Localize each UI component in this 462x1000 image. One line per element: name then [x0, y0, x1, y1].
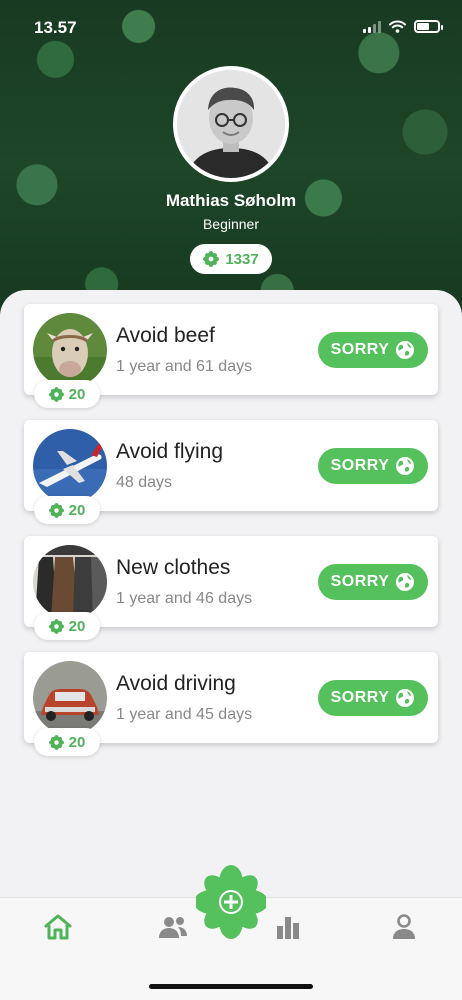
action-duration: 1 year and 45 days [116, 706, 253, 723]
action-points-badge: 20 [34, 612, 100, 640]
flower-icon [48, 618, 64, 634]
globe-icon [396, 457, 415, 475]
people-icon [159, 917, 187, 938]
car-image [33, 661, 107, 735]
tab-friends[interactable] [153, 912, 193, 942]
action-title: Avoid driving [116, 672, 236, 695]
tab-home[interactable] [38, 912, 78, 942]
clothes-image [33, 545, 107, 619]
action-points: 20 [68, 501, 86, 519]
wifi-icon [389, 20, 406, 33]
action-title: New clothes [116, 556, 231, 579]
flower-icon [203, 251, 220, 267]
tab-profile[interactable] [384, 912, 424, 942]
sorry-button[interactable]: SORRY [318, 448, 428, 484]
globe-icon [396, 341, 415, 359]
points-value: 1337 [225, 250, 259, 268]
home-icon [44, 914, 72, 940]
profile-icon [393, 914, 415, 939]
profile-header: 13.57 Mathias Søholm Beginner 1337 [0, 0, 462, 330]
sorry-label: SORRY [330, 573, 390, 590]
sorry-label: SORRY [330, 689, 390, 706]
home-indicator [149, 984, 313, 989]
action-card-new-clothes[interactable]: New clothes 1 year and 46 days SORRY 20 [24, 536, 438, 640]
avatar-photo [177, 70, 285, 178]
profile-level: Beginner [202, 216, 260, 232]
flower-icon [48, 502, 64, 518]
stats-icon [277, 917, 299, 939]
sorry-label: SORRY [330, 457, 390, 474]
sorry-button[interactable]: SORRY [318, 680, 428, 716]
add-flower-icon [194, 865, 268, 939]
action-title: Avoid flying [116, 440, 224, 463]
sorry-label: SORRY [330, 341, 390, 358]
action-points: 20 [68, 385, 86, 403]
cow-image [33, 313, 107, 387]
action-points-badge: 20 [34, 496, 100, 524]
flower-icon [48, 734, 64, 750]
status-bar: 13.57 [0, 0, 462, 54]
add-action-button[interactable] [194, 864, 268, 940]
globe-icon [396, 573, 415, 591]
globe-icon [396, 689, 415, 707]
action-points-badge: 20 [34, 380, 100, 408]
action-card-avoid-driving[interactable]: Avoid driving 1 year and 45 days SORRY 2… [24, 652, 438, 756]
sorry-button[interactable]: SORRY [318, 332, 428, 368]
battery-icon [414, 20, 443, 33]
action-points-badge: 20 [34, 728, 100, 756]
action-duration: 1 year and 61 days [116, 358, 253, 375]
action-card-avoid-flying[interactable]: Avoid flying 48 days SORRY 20 [24, 420, 438, 524]
tab-stats[interactable] [268, 912, 308, 942]
profile-name: Mathias Søholm [165, 191, 297, 210]
status-icons [363, 20, 443, 33]
action-title: Avoid beef [116, 324, 215, 347]
action-duration: 48 days [116, 474, 173, 491]
actions-list: Avoid beef 1 year and 61 days SORRY 20 A… [0, 290, 462, 900]
airplane-image [33, 429, 107, 503]
action-duration: 1 year and 46 days [116, 590, 253, 607]
action-points: 20 [68, 617, 86, 635]
signal-icon [363, 20, 381, 33]
status-time: 13.57 [34, 18, 77, 37]
avatar[interactable] [173, 66, 289, 182]
points-badge: 1337 [190, 244, 272, 274]
sorry-button[interactable]: SORRY [318, 564, 428, 600]
flower-icon [48, 386, 64, 402]
action-points: 20 [68, 733, 86, 751]
action-card-avoid-beef[interactable]: Avoid beef 1 year and 61 days SORRY 20 [24, 304, 438, 408]
